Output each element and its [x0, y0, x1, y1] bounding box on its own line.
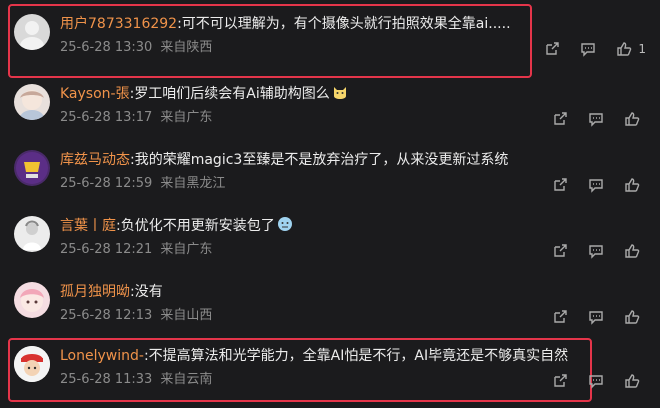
comment-text: 没有	[134, 284, 163, 300]
share-icon[interactable]	[552, 309, 568, 325]
comment-location: 来自山西	[160, 308, 213, 323]
avatar[interactable]	[14, 216, 50, 252]
comment-item: 孤月独明呦:没有 25-6-28 12:13 来自山西	[0, 274, 660, 342]
comment-date: 25-6-28 12:13	[60, 308, 153, 323]
share-icon[interactable]	[552, 177, 568, 193]
comment-text: 可不可以理解为，有个摄像头就行拍照效果全靠ai.....	[181, 16, 511, 32]
comment-item: Kayson-張:罗工咱们后续会有Ai辅助构图么 25-6-28 13:17 来自…	[0, 76, 660, 144]
comment-item: 库兹马动态:我的荣耀magic3至臻是不是放弃治疗了，从来没更新过系统 25-6…	[0, 142, 660, 210]
comment-text: 不提高算法和光学能力，全靠AI怕是不行，AI毕竟还是不够真实自然	[148, 348, 569, 364]
thumbs-up-icon[interactable]	[624, 243, 640, 259]
comment-icon[interactable]	[588, 373, 604, 389]
thumbs-up-icon[interactable]	[616, 41, 632, 57]
thumbs-up-icon[interactable]	[624, 111, 640, 127]
cat-face-emoji	[332, 84, 348, 100]
comment-location: 来自广东	[160, 110, 213, 125]
comment-username[interactable]: Lonelywind-	[60, 348, 144, 364]
comment-text: 罗工咱们后续会有Ai辅助构图么	[134, 86, 330, 102]
thumbs-up-icon[interactable]	[624, 177, 640, 193]
comment-icon[interactable]	[580, 41, 596, 57]
comment-icon[interactable]	[588, 111, 604, 127]
avatar[interactable]	[14, 282, 50, 318]
share-icon[interactable]	[552, 111, 568, 127]
thinking-emoji	[277, 216, 293, 232]
comment-date: 25-6-28 12:59	[60, 176, 153, 191]
share-icon[interactable]	[552, 373, 568, 389]
thumbs-up-icon[interactable]	[624, 309, 640, 325]
like-count: 1	[638, 42, 646, 56]
comment-icon[interactable]	[588, 177, 604, 193]
comment-location: 来自广东	[160, 242, 213, 257]
comment-item: Lonelywind-:不提高算法和光学能力，全靠AI怕是不行，AI毕竟还是不够…	[0, 338, 660, 406]
avatar[interactable]	[14, 14, 50, 50]
comment-location: 来自云南	[160, 372, 213, 387]
comment-item: 用户7873316292:可不可以理解为，有个摄像头就行拍照效果全靠ai....…	[0, 6, 660, 74]
comment-date: 25-6-28 13:17	[60, 110, 153, 125]
avatar[interactable]	[14, 150, 50, 186]
avatar[interactable]	[14, 84, 50, 120]
comment-item: 言葉丨庭:负优化不用更新安装包了 25-6-28 12:21 来自广东	[0, 208, 660, 276]
comment-text: 我的荣耀magic3至臻是不是放弃治疗了，从来没更新过系统	[134, 152, 509, 168]
comment-date: 25-6-28 12:21	[60, 242, 153, 257]
comment-username[interactable]: 库兹马动态	[60, 152, 130, 168]
share-icon[interactable]	[552, 243, 568, 259]
comment-icon[interactable]	[588, 243, 604, 259]
share-icon[interactable]	[544, 41, 560, 57]
comment-date: 25-6-28 13:30	[60, 40, 153, 55]
thumbs-up-icon[interactable]	[624, 373, 640, 389]
comment-username[interactable]: 言葉丨庭	[60, 218, 116, 234]
comment-text: 负优化不用更新安装包了	[120, 218, 275, 234]
avatar[interactable]	[14, 346, 50, 382]
comment-username[interactable]: 孤月独明呦	[60, 284, 130, 300]
comment-username[interactable]: 用户7873316292	[60, 16, 177, 32]
comment-location: 来自陕西	[160, 40, 213, 55]
comment-username[interactable]: Kayson-張	[60, 86, 130, 102]
comment-location: 来自黑龙江	[160, 176, 226, 191]
comment-icon[interactable]	[588, 309, 604, 325]
comment-date: 25-6-28 11:33	[60, 372, 153, 387]
